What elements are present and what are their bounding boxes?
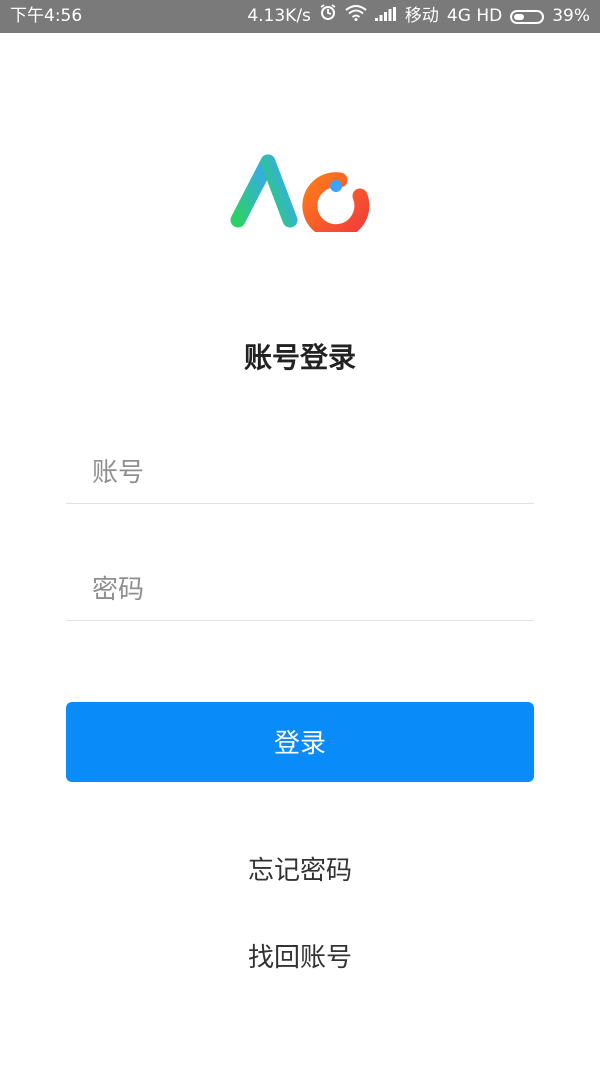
battery-level — [514, 13, 525, 20]
app-logo — [230, 154, 370, 232]
status-right-group: 4.13K/s 移动 4G HD 39% — [247, 0, 590, 33]
battery-percent: 39% — [552, 6, 590, 26]
status-bar: 下午4:56 4.13K/s 移动 4G HD 39% — [0, 0, 600, 33]
page-title: 账号登录 — [243, 341, 356, 374]
network-speed: 4.13K/s — [247, 6, 311, 26]
recover-account-link[interactable]: 找回账号 — [0, 937, 600, 974]
login-button[interactable]: 登录 — [66, 702, 534, 782]
alarm-icon — [319, 0, 337, 33]
login-screen: 下午4:56 4.13K/s 移动 4G HD 39% 账号登录 账号 登录 忘… — [0, 0, 600, 1067]
battery-icon — [510, 9, 545, 24]
wifi-icon — [345, 0, 367, 33]
account-field — [66, 443, 534, 504]
signal-icon — [374, 0, 397, 33]
carrier-name: 移动 — [404, 6, 439, 26]
account-input[interactable] — [66, 443, 534, 503]
forgot-password-link[interactable]: 忘记密码 — [0, 850, 600, 887]
password-field — [66, 560, 534, 621]
battery-body — [510, 9, 545, 24]
password-input[interactable] — [66, 560, 534, 620]
status-time: 下午4:56 — [10, 6, 83, 26]
network-type: 4G HD — [446, 6, 503, 26]
